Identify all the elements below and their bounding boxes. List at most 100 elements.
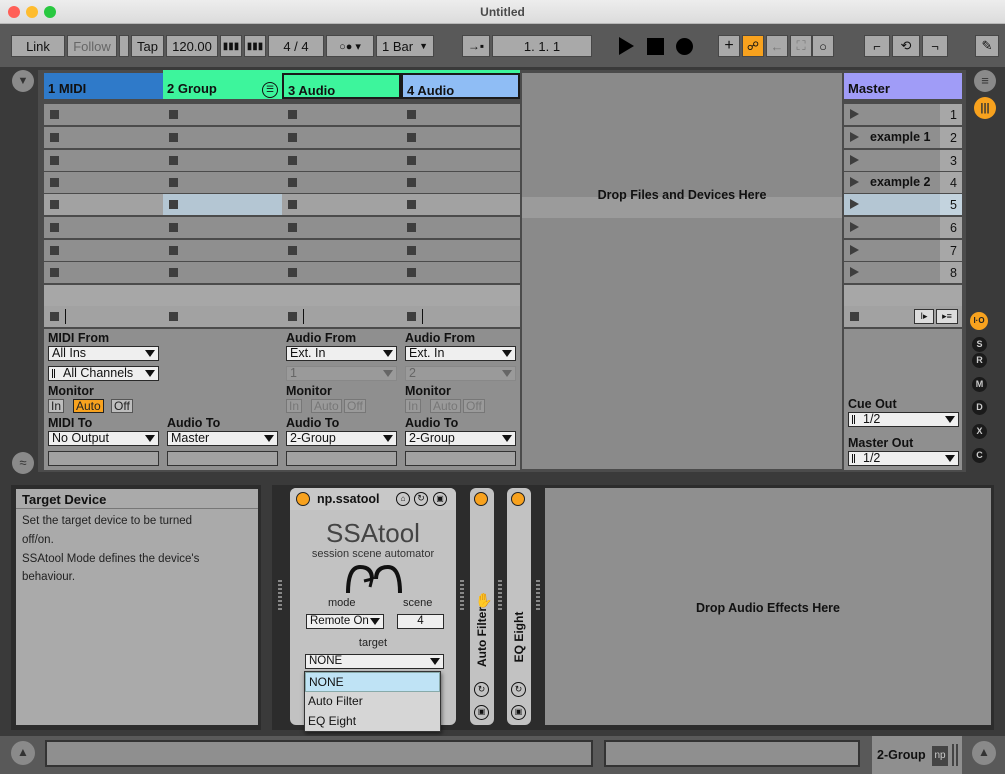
clip-slot[interactable] [44,240,163,261]
track-title[interactable]: 3 Audio [282,73,401,99]
clip-slot[interactable] [282,285,401,306]
show-info-view-icon[interactable]: ▲ [11,741,35,765]
scene-7[interactable]: 7 [844,240,962,261]
drop-audio-effects-zone[interactable]: Drop Audio Effects Here [545,488,991,725]
returns-toggle-icon[interactable]: R [972,353,987,368]
link-button[interactable]: Link [11,35,65,57]
device-on-toggle[interactable] [296,492,310,506]
clip-slot[interactable] [401,194,520,215]
hide-browser-icon[interactable]: ▼ [12,70,34,92]
nudge-down-icon[interactable]: ▮▮▮ [220,35,242,57]
input-channel-select[interactable]: 2 [405,366,516,381]
monitor-in-button[interactable]: In [48,399,65,413]
midi-from-select[interactable]: All Ins [48,346,159,361]
clip-slot[interactable] [401,127,520,148]
arrangement-view-icon[interactable]: ≡ [974,70,996,92]
clip-slot[interactable] [44,285,163,306]
crossfade-toggle-icon[interactable]: C [972,448,987,463]
save-preset-icon[interactable]: ▣ [474,705,489,720]
menu-item-none[interactable]: NONE [305,672,440,692]
monitor-in-button[interactable]: In [286,399,303,413]
clip-slot[interactable] [44,104,163,125]
track-title[interactable]: 1 MIDI [44,73,163,99]
punch-in-icon[interactable]: ⌐ [864,35,890,57]
monitor-auto-button[interactable]: Auto [430,399,461,413]
record-icon[interactable] [676,38,693,55]
audio-to-select[interactable]: Master [167,431,278,446]
menu-item-eq-eight[interactable]: EQ Eight [305,712,440,732]
monitor-off-button[interactable]: Off [111,399,133,413]
master-out-select[interactable]: 1/2 [848,451,959,466]
clip-slot[interactable] [401,172,520,193]
clip-slot[interactable] [282,194,401,215]
midi-to-select[interactable]: No Output [48,431,159,446]
stop-icon[interactable] [647,38,664,55]
clip-slot[interactable] [282,217,401,238]
clip-slot[interactable] [401,217,520,238]
scene-6[interactable]: 6 [844,217,962,238]
track-stop-slot[interactable] [401,306,520,327]
arrangement-position-field[interactable]: 1. 1. 1 [492,35,592,57]
hot-swap-icon[interactable]: ⌂ [396,492,410,506]
clip-slot[interactable] [401,104,520,125]
midi-channel-select[interactable]: All Channels [48,366,159,381]
save-preset-icon[interactable]: ▣ [511,705,526,720]
capture-icon[interactable]: ⛶ [790,35,812,57]
metronome-icon[interactable]: ○● ▾ [326,35,374,57]
audio-to-select[interactable]: 2-Group [405,431,516,446]
track-stop-slot[interactable] [282,306,401,327]
clip-slot[interactable] [282,172,401,193]
device-swap-icon[interactable]: ↻ [511,682,526,697]
clip-slot[interactable] [282,104,401,125]
monitor-in-button[interactable]: In [405,399,422,413]
monitor-auto-button[interactable]: Auto [73,399,104,413]
clip-slot[interactable] [401,262,520,283]
clip-slot[interactable] [163,172,282,193]
clip-slot[interactable] [44,194,163,215]
clip-slot[interactable] [163,262,282,283]
track-stop-slot[interactable] [163,306,282,327]
scene-5[interactable]: 5 [844,194,962,215]
menu-item-auto-filter[interactable]: Auto Filter [305,692,440,712]
clip-slot[interactable] [401,285,520,306]
device-swap-icon[interactable]: ↻ [414,492,428,506]
tap-button[interactable]: Tap [131,35,164,57]
clip-slot[interactable] [163,127,282,148]
cue-out-select[interactable]: 1/2 [848,412,959,427]
input-channel-select[interactable]: 1 [286,366,397,381]
clip-slot[interactable] [163,104,282,125]
clip-slot[interactable] [401,150,520,171]
session-record-icon[interactable]: ○ [812,35,834,57]
clip-slot[interactable] [401,240,520,261]
scene-empty[interactable] [844,285,962,306]
device-on-toggle[interactable] [474,492,488,506]
session-view-icon[interactable]: ||| [974,97,996,119]
punch-out-icon[interactable]: ¬ [922,35,948,57]
clip-slot[interactable] [44,262,163,283]
drop-zone[interactable]: Drop Files and Devices Here [522,73,842,469]
audio-from-select[interactable]: Ext. In [405,346,516,361]
target-select[interactable]: NONE [305,654,444,669]
group-fold-icon[interactable]: ☰ [262,82,278,98]
master-title[interactable]: Master [844,73,962,99]
launch-follow-icon[interactable]: I▸ [914,309,934,324]
loop-icon[interactable]: ⟲ [892,35,920,57]
save-preset-icon[interactable]: ▣ [433,492,447,506]
show-detail-view-icon[interactable]: ▲ [972,741,996,765]
stop-all-clips-slot[interactable]: I▸ ▸≡ [844,306,962,327]
scene-2[interactable]: example 1 2 [844,127,962,148]
clip-slot[interactable] [163,150,282,171]
follow-button[interactable]: Follow [67,35,117,57]
scene-3[interactable]: 3 [844,150,962,171]
current-track-display[interactable]: 2-Group np [872,736,962,774]
automation-arm-icon[interactable]: ☍ [742,35,764,57]
clip-slot[interactable] [163,285,282,306]
scene-4[interactable]: example 2 4 [844,172,962,193]
clip-slot[interactable] [44,172,163,193]
monitor-off-button[interactable]: Off [463,399,485,413]
monitor-auto-button[interactable]: Auto [311,399,342,413]
back-to-arrangement-icon[interactable]: ← [766,35,788,57]
clip-slot[interactable] [163,240,282,261]
clip-slot[interactable] [282,240,401,261]
monitor-off-button[interactable]: Off [344,399,366,413]
